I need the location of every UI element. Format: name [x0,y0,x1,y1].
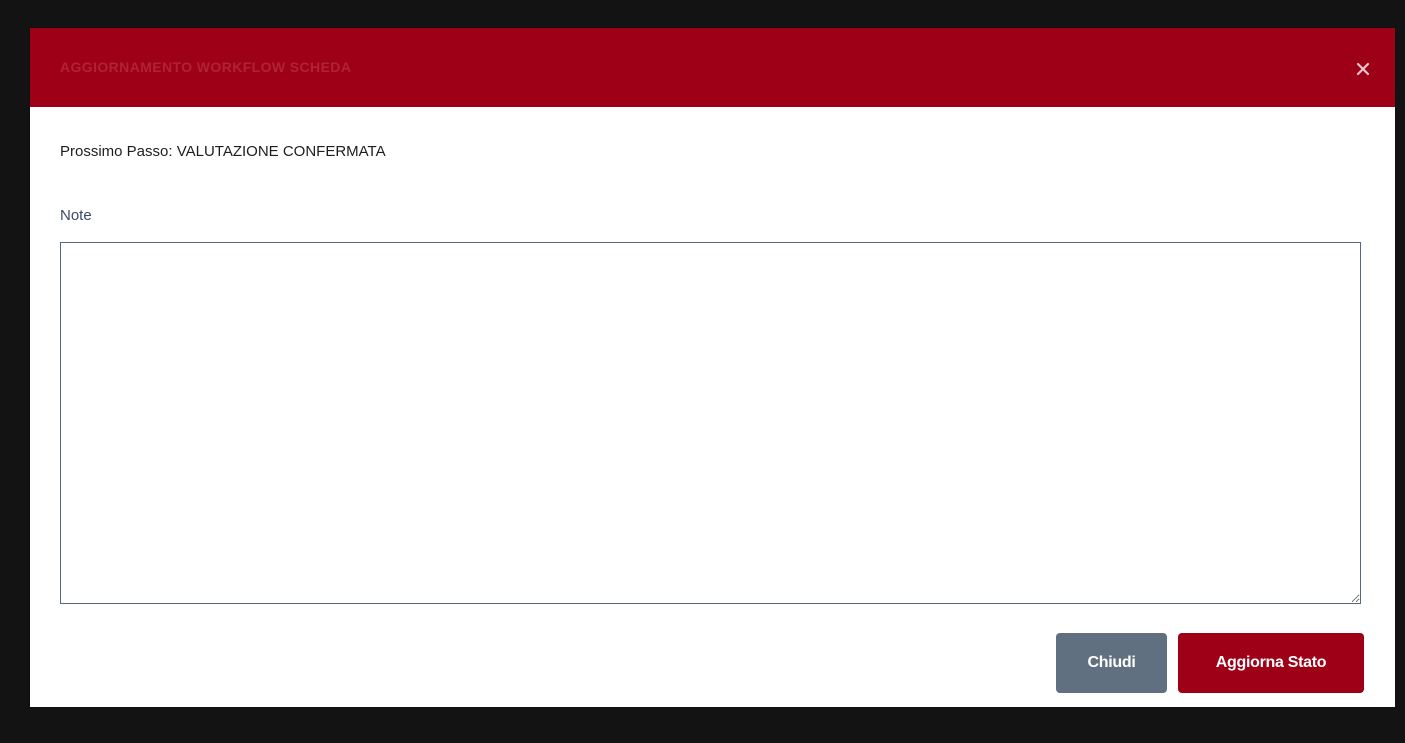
update-status-button[interactable]: Aggiorna Stato [1178,633,1364,693]
close-icon-glyph [1356,62,1370,76]
note-label: Note [60,207,92,224]
workflow-update-modal: AGGIORNAMENTO WORKFLOW SCHEDA Prossimo P… [30,28,1395,707]
modal-title: AGGIORNAMENTO WORKFLOW SCHEDA [60,59,352,75]
next-step-text: Prossimo Passo: VALUTAZIONE CONFERMATA [60,143,386,160]
note-textarea[interactable] [60,242,1361,604]
close-button[interactable]: Chiudi [1056,633,1167,693]
close-icon[interactable] [1353,59,1373,79]
modal-header: AGGIORNAMENTO WORKFLOW SCHEDA [30,28,1395,107]
